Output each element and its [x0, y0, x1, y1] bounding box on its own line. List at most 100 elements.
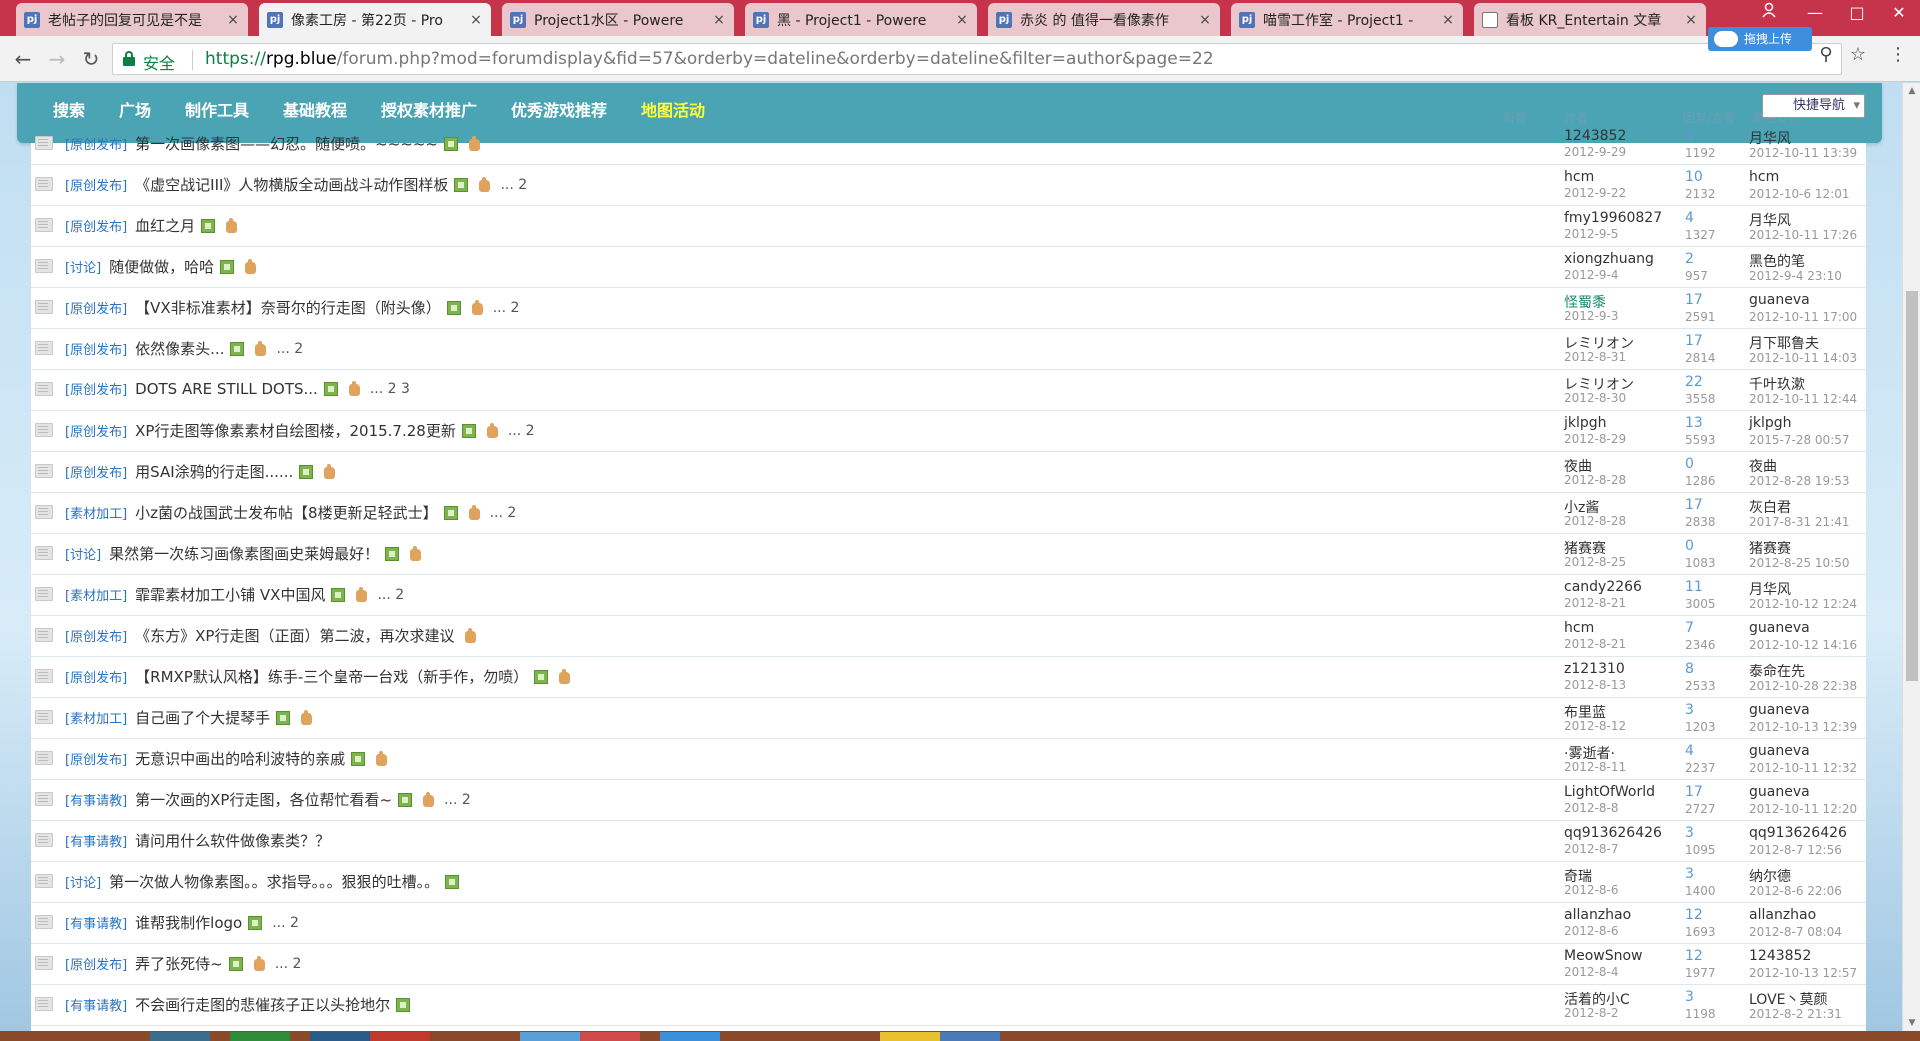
thread-last-date[interactable]: 2012-10-11 12:44 [1749, 392, 1857, 406]
thread-replies[interactable]: 17 [1685, 333, 1703, 349]
thread-last-date[interactable]: 2012-10-11 13:39 [1749, 146, 1857, 160]
url-text[interactable]: https://rpg.blue/forum.php?mod=forumdisp… [205, 49, 1214, 69]
thread-title[interactable]: 【RMXP默认风格】练手-三个皇帝一台戏（新手作，勿喷） [135, 666, 528, 687]
thread-row[interactable]: [有事请教] 第一次画的XP行走图，各位帮忙看看~ ... 2 LightOfWorl… [31, 780, 1866, 821]
thread-title[interactable]: 随便做做，哈哈 [109, 256, 214, 277]
thread-last-date[interactable]: 2012-10-11 14:03 [1749, 351, 1857, 365]
thread-last-poster[interactable]: 猪赛赛 [1749, 538, 1791, 558]
thread-row[interactable]: [素材加工] 小z菌の战国武士发布帖【8楼更新足轻武士】... 2 小z酱 2012-… [31, 493, 1866, 534]
taskbar-app[interactable] [580, 1032, 640, 1041]
thread-row[interactable]: [原创发布] DOTS ARE STILL DOTS...... 2 3 レミリオン… [31, 370, 1866, 411]
thread-last-poster[interactable]: 月华风 [1749, 128, 1791, 148]
thread-last-poster[interactable]: guaneva [1749, 702, 1810, 718]
thread-last-poster[interactable]: 泰命在先 [1749, 661, 1805, 681]
thread-category[interactable]: [原创发布] [65, 626, 127, 645]
taskbar-app[interactable] [940, 1032, 1000, 1041]
thread-pages[interactable]: ... 2 [493, 300, 520, 316]
thread-title[interactable]: DOTS ARE STILL DOTS... [135, 380, 318, 398]
thread-last-date[interactable]: 2012-10-11 17:26 [1749, 228, 1857, 242]
user-icon[interactable] [1748, 0, 1790, 28]
thread-category[interactable]: [有事请教] [65, 995, 127, 1014]
thread-replies[interactable]: 17 [1685, 784, 1703, 800]
thread-title[interactable]: 谁帮我制作logo [135, 912, 242, 933]
thread-title[interactable]: 自己画了个大提琴手 [135, 707, 270, 728]
close-tab-icon[interactable]: × [955, 12, 969, 28]
thread-replies[interactable]: 3 [1685, 825, 1694, 841]
thread-category[interactable]: [原创发布] [65, 339, 127, 358]
thread-last-date[interactable]: 2012-10-11 12:32 [1749, 761, 1857, 775]
browser-tab[interactable]: pj 喵雪工作室 - Project1 - × [1231, 3, 1463, 36]
thread-title[interactable]: XP行走图等像素素材自绘图楼，2015.7.28更新 [135, 420, 456, 441]
thread-last-date[interactable]: 2012-10-13 12:57 [1749, 966, 1857, 980]
thread-author[interactable]: allanzhao [1564, 907, 1631, 923]
thread-category[interactable]: [讨论] [65, 872, 101, 891]
thread-last-poster[interactable]: 灰白君 [1749, 497, 1791, 517]
thread-pages[interactable]: ... 2 [377, 587, 404, 603]
thread-category[interactable]: [素材加工] [65, 708, 127, 727]
thread-replies[interactable]: 17 [1685, 497, 1703, 513]
taskbar-app[interactable] [310, 1032, 370, 1041]
thread-category[interactable]: [原创发布] [65, 134, 127, 153]
thread-last-poster[interactable]: 黑色的笔 [1749, 251, 1805, 271]
nav-item[interactable]: 地图活动 [641, 97, 705, 121]
thread-pages[interactable]: ... 2 [276, 341, 303, 357]
taskbar-app[interactable] [880, 1032, 940, 1041]
thread-title[interactable]: 血红之月 [135, 215, 195, 236]
thread-category[interactable]: [讨论] [65, 544, 101, 563]
thread-replies[interactable]: 17 [1685, 292, 1703, 308]
thread-author[interactable]: MeowSnow [1564, 948, 1642, 964]
thread-title[interactable]: 《东方》XP行走图（正面）第二波，再次求建议 [135, 625, 454, 646]
thread-last-poster[interactable]: guaneva [1749, 292, 1810, 308]
thread-last-date[interactable]: 2012-10-6 12:01 [1749, 187, 1850, 201]
close-tab-icon[interactable]: × [1684, 12, 1698, 28]
thread-row[interactable]: [原创发布] 用SAI涂鸦的行走图...... 夜曲 2012-8-28 0 1286 夜曲… [31, 452, 1866, 493]
minimize-icon[interactable]: — [1794, 0, 1836, 28]
thread-last-poster[interactable]: 千叶玖漱 [1749, 374, 1805, 394]
thread-category[interactable]: [原创发布] [65, 462, 127, 481]
thread-replies[interactable]: 3 [1685, 866, 1694, 882]
thread-last-date[interactable]: 2012-10-13 12:39 [1749, 720, 1857, 734]
thread-row[interactable]: [原创发布] 无意识中画出的哈利波特的亲戚 ·雾逝者· 2012-8-11 4 2237 g… [31, 739, 1866, 780]
maximize-icon[interactable]: □ [1836, 0, 1878, 28]
thread-replies[interactable]: 12 [1685, 907, 1703, 923]
thread-last-date[interactable]: 2012-8-7 08:04 [1749, 925, 1842, 939]
thread-row[interactable]: [原创发布] 依然像素头...... 2 レミリオン 2012-8-31 17 2814 月… [31, 329, 1866, 370]
thread-replies[interactable]: 3 [1685, 702, 1694, 718]
thread-pages[interactable]: ... 2 [444, 792, 471, 808]
thread-title[interactable]: 用SAI涂鸦的行走图...... [135, 461, 293, 482]
taskbar-app[interactable] [660, 1032, 720, 1041]
thread-last-date[interactable]: 2012-8-6 22:06 [1749, 884, 1842, 898]
thread-row[interactable]: [原创发布] 《虚空战记III》人物横版全动画战斗动作图样板... 2 hcm 201… [31, 165, 1866, 206]
thread-category[interactable]: [原创发布] [65, 421, 127, 440]
thread-last-poster[interactable]: guaneva [1749, 784, 1810, 800]
browser-tab[interactable]: pj Project1水区 - Powere × [502, 3, 734, 36]
forward-icon[interactable]: → [44, 46, 70, 72]
close-tab-icon[interactable]: × [1198, 12, 1212, 28]
thread-last-date[interactable]: 2012-10-12 14:16 [1749, 638, 1857, 652]
thread-replies[interactable]: 2 [1685, 251, 1694, 267]
thread-row[interactable]: [原创发布] XP行走图等像素素材自绘图楼，2015.7.28更新 ... 2 jkl… [31, 411, 1866, 452]
thread-title[interactable]: 小z菌の战国武士发布帖【8楼更新足轻武士】 [135, 502, 437, 523]
quick-nav-button[interactable]: 快捷导航 ▾ [1762, 94, 1865, 118]
thread-last-date[interactable]: 2012-8-25 10:50 [1749, 556, 1850, 570]
thread-last-date[interactable]: 2012-8-2 21:31 [1749, 1007, 1842, 1021]
taskbar-app[interactable] [520, 1032, 580, 1041]
thread-row[interactable]: [素材加工] 霏霏素材加工小铺 VX中国风 ... 2 candy2266 2012-8… [31, 575, 1866, 616]
thread-author[interactable]: hcm [1564, 620, 1594, 636]
nav-item[interactable]: 搜索 [53, 97, 85, 121]
thread-category[interactable]: [原创发布] [65, 175, 127, 194]
back-icon[interactable]: ← [10, 46, 36, 72]
thread-last-date[interactable]: 2012-10-11 17:00 [1749, 310, 1857, 324]
thread-last-date[interactable]: 2012-8-7 12:56 [1749, 843, 1842, 857]
thread-replies[interactable]: 8 [1685, 661, 1694, 677]
browser-tab[interactable]: 看板 KR_Entertain 文章 × [1474, 3, 1706, 36]
thread-category[interactable]: [原创发布] [65, 298, 127, 317]
nav-item[interactable]: 优秀游戏推荐 [511, 97, 607, 121]
thread-last-poster[interactable]: guaneva [1749, 620, 1810, 636]
thread-last-date[interactable]: 2012-10-28 22:38 [1749, 679, 1857, 693]
thread-author[interactable]: candy2266 [1564, 579, 1642, 595]
thread-last-date[interactable]: 2012-10-12 12:24 [1749, 597, 1857, 611]
thread-replies[interactable]: 4 [1685, 210, 1694, 226]
taskbar-app[interactable] [230, 1032, 290, 1041]
thread-last-date[interactable]: 2012-9-4 23:10 [1749, 269, 1842, 283]
